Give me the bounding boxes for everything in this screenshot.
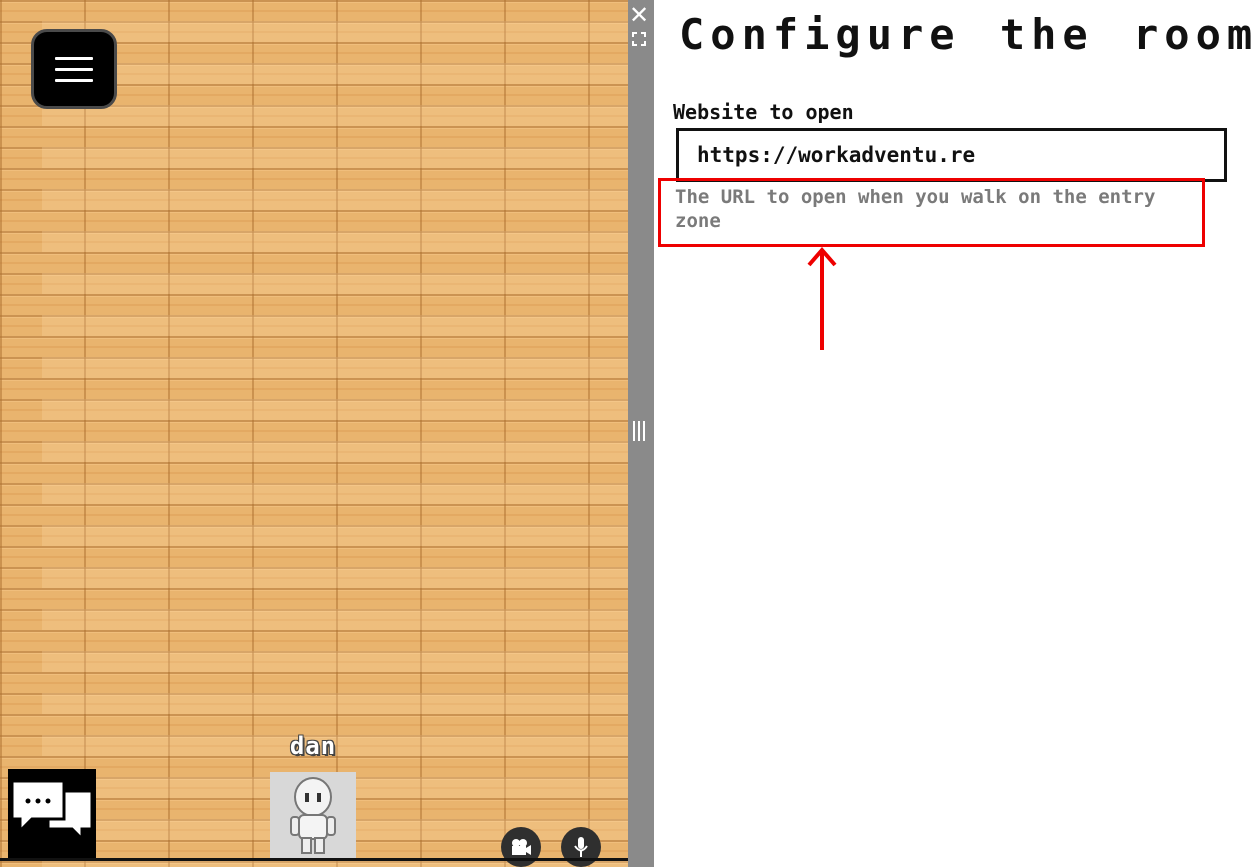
- hamburger-icon: [55, 56, 93, 60]
- player-avatar: [270, 772, 356, 858]
- microphone-icon: [574, 837, 588, 857]
- chat-button[interactable]: [8, 769, 96, 859]
- bottom-bar-line: [0, 858, 628, 861]
- avatar-sprite-icon: [290, 777, 336, 854]
- fullscreen-icon[interactable]: [632, 31, 646, 46]
- website-label: Website to open: [673, 100, 854, 124]
- close-icon[interactable]: ✕: [628, 3, 650, 27]
- game-canvas[interactable]: dan: [0, 0, 628, 867]
- camera-button[interactable]: [501, 827, 541, 867]
- video-camera-icon: [512, 839, 531, 855]
- arrow-up-icon: [807, 246, 837, 350]
- highlight-box: [658, 178, 1205, 247]
- microphone-button[interactable]: [561, 827, 601, 867]
- player-name-label: dan: [289, 732, 337, 760]
- chat-bubbles-icon: [10, 779, 94, 843]
- resize-handle[interactable]: [631, 421, 647, 443]
- menu-button[interactable]: [31, 29, 117, 109]
- config-panel: Configure the room Website to open The U…: [654, 0, 1252, 867]
- page-title: Configure the room: [679, 10, 1252, 59]
- website-url-input[interactable]: [676, 128, 1227, 182]
